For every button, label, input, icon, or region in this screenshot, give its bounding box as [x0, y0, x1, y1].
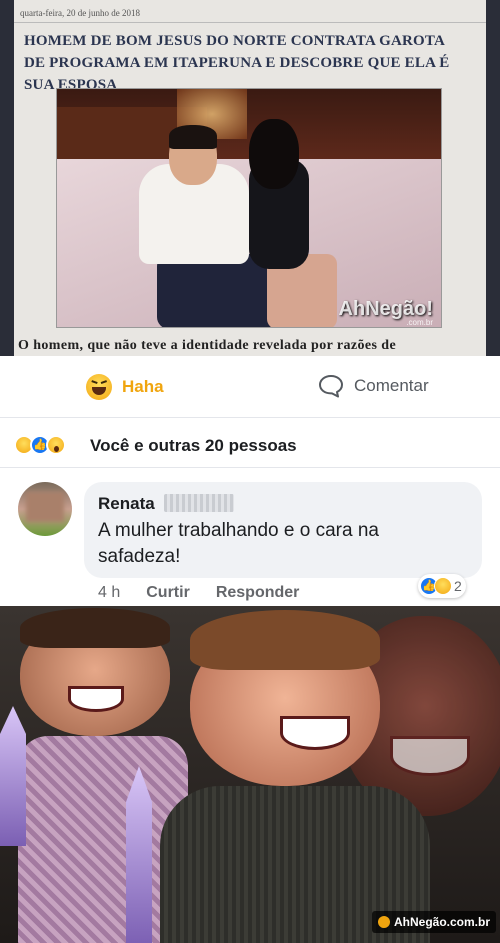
left-laughing-face	[20, 608, 170, 736]
comment-text: A mulher trabalhando e o cara na safadez…	[98, 520, 379, 567]
comment-bubble: Renata A mulher trabalhando e o cara na …	[84, 482, 482, 578]
crystal-right	[126, 766, 152, 943]
haha-emoji-icon	[86, 374, 112, 400]
haha-label: Haha	[122, 377, 164, 396]
like-comment-button[interactable]: Curtir	[146, 584, 190, 602]
clipping-headline: HOMEM DE BOM JESUS DO NORTE CONTRATA GAR…	[24, 33, 450, 93]
reply-button[interactable]: Responder	[216, 584, 300, 602]
comment-label: Comentar	[354, 376, 429, 395]
comment-reaction-count[interactable]: 👍 2	[418, 574, 466, 598]
reaction-count: 2	[454, 578, 462, 594]
laughing-meme-image[interactable]: AhNegão.com.br	[0, 606, 500, 943]
reaction-summary-text: Você e outras 20 pessoas	[90, 436, 297, 455]
comment-meta: 4 h Curtir Responder	[98, 584, 299, 602]
comment-button[interactable]: Comentar	[318, 374, 429, 398]
clipping-photo: AhNegão! .com.br	[56, 88, 442, 328]
post-screenshot: quarta-feira, 20 de junho de 2018 HOMEM …	[0, 0, 500, 943]
photo-watermark-sub: .com.br	[406, 318, 433, 327]
woman-hair	[249, 119, 299, 189]
redacted-surname	[164, 494, 234, 512]
reaction-icons: 👍	[14, 435, 66, 455]
divider	[14, 22, 486, 23]
comment-time[interactable]: 4 h	[98, 584, 120, 602]
wow-icon	[46, 435, 66, 455]
comment-author[interactable]: Renata	[98, 494, 155, 514]
meme-watermark-text: AhNegão.com.br	[393, 915, 490, 929]
man-hair	[169, 125, 217, 149]
meme-watermark: AhNegão.com.br	[371, 911, 496, 933]
avatar[interactable]	[18, 482, 72, 536]
reaction-summary[interactable]: 👍 Você e outras 20 pessoas	[0, 418, 500, 468]
comment-bubble-icon	[318, 374, 344, 398]
comment-item: Renata A mulher trabalhando e o cara na …	[0, 468, 500, 606]
haha-reaction-button[interactable]: Haha	[86, 374, 164, 400]
center-laughing-face	[190, 610, 380, 786]
watermark-logo-icon	[377, 916, 390, 928]
haha-icon	[434, 577, 452, 595]
crystal-left	[0, 706, 26, 846]
clipping-caption: O homem, que não teve a identidade revel…	[18, 338, 397, 353]
clipping-date: quarta-feira, 20 de junho de 2018	[20, 8, 140, 18]
news-clipping-image[interactable]: quarta-feira, 20 de junho de 2018 HOMEM …	[0, 0, 500, 356]
post-action-bar: Haha Comentar	[0, 356, 500, 418]
